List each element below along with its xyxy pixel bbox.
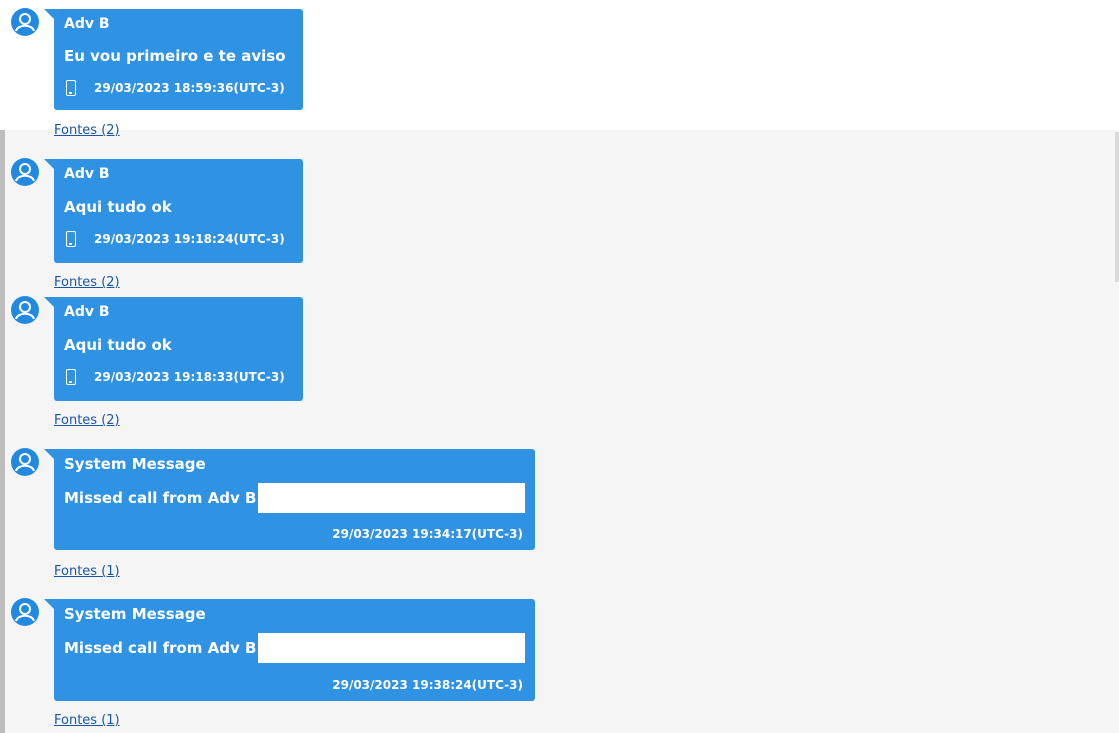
message-bubble: Adv B Aqui tudo ok 29/03/2023 19:18:24(U… [54, 159, 303, 263]
user-avatar-icon [11, 598, 39, 626]
message-timestamp: 29/03/2023 19:18:24(UTC-3) [94, 232, 285, 246]
user-avatar-icon [11, 448, 39, 476]
message-timestamp: 29/03/2023 18:59:36(UTC-3) [94, 81, 285, 95]
message-text: Missed call from Adv B [64, 489, 257, 507]
redacted-block [258, 633, 525, 663]
left-border [0, 130, 5, 733]
message-text: Aqui tudo ok [64, 198, 172, 216]
sources-link[interactable]: Fontes (2) [54, 275, 120, 290]
sources-link[interactable]: Fontes (2) [54, 413, 120, 428]
message-bubble: Adv B Aqui tudo ok 29/03/2023 19:18:33(U… [54, 297, 303, 401]
sources-link[interactable]: Fontes (2) [54, 123, 120, 138]
message-text: Eu vou primeiro e te aviso [64, 47, 286, 65]
user-avatar-icon [11, 296, 39, 324]
sources-link[interactable]: Fontes (1) [54, 713, 120, 728]
message-bubble: Adv B Eu vou primeiro e te aviso 29/03/2… [54, 9, 303, 110]
user-avatar-icon [11, 158, 39, 186]
sender-name: Adv B [64, 304, 110, 320]
phone-icon [66, 369, 76, 385]
system-message-bubble: System Message Missed call from Adv B 29… [54, 599, 535, 701]
message-text: Missed call from Adv B [64, 639, 257, 657]
message-text: Aqui tudo ok [64, 336, 172, 354]
sender-name: Adv B [64, 16, 110, 32]
sources-link[interactable]: Fontes (1) [54, 564, 120, 579]
message-timestamp: 29/03/2023 19:34:17(UTC-3) [332, 527, 523, 541]
sender-name: System Message [64, 455, 206, 473]
phone-icon [66, 80, 76, 96]
sender-name: System Message [64, 605, 206, 623]
message-meta: 29/03/2023 19:18:24(UTC-3) [64, 231, 293, 247]
message-text-row: Missed call from Adv B [64, 483, 525, 513]
phone-icon [66, 231, 76, 247]
message-timestamp: 29/03/2023 19:38:24(UTC-3) [332, 678, 523, 692]
message-text-row: Missed call from Adv B [64, 633, 525, 663]
redacted-block [258, 483, 525, 513]
user-avatar-icon [11, 8, 39, 36]
right-border [1115, 132, 1119, 282]
message-meta: 29/03/2023 19:18:33(UTC-3) [64, 369, 293, 385]
system-message-bubble: System Message Missed call from Adv B 29… [54, 449, 535, 550]
message-timestamp: 29/03/2023 19:18:33(UTC-3) [94, 370, 285, 384]
message-meta: 29/03/2023 18:59:36(UTC-3) [64, 80, 293, 96]
sender-name: Adv B [64, 166, 110, 182]
